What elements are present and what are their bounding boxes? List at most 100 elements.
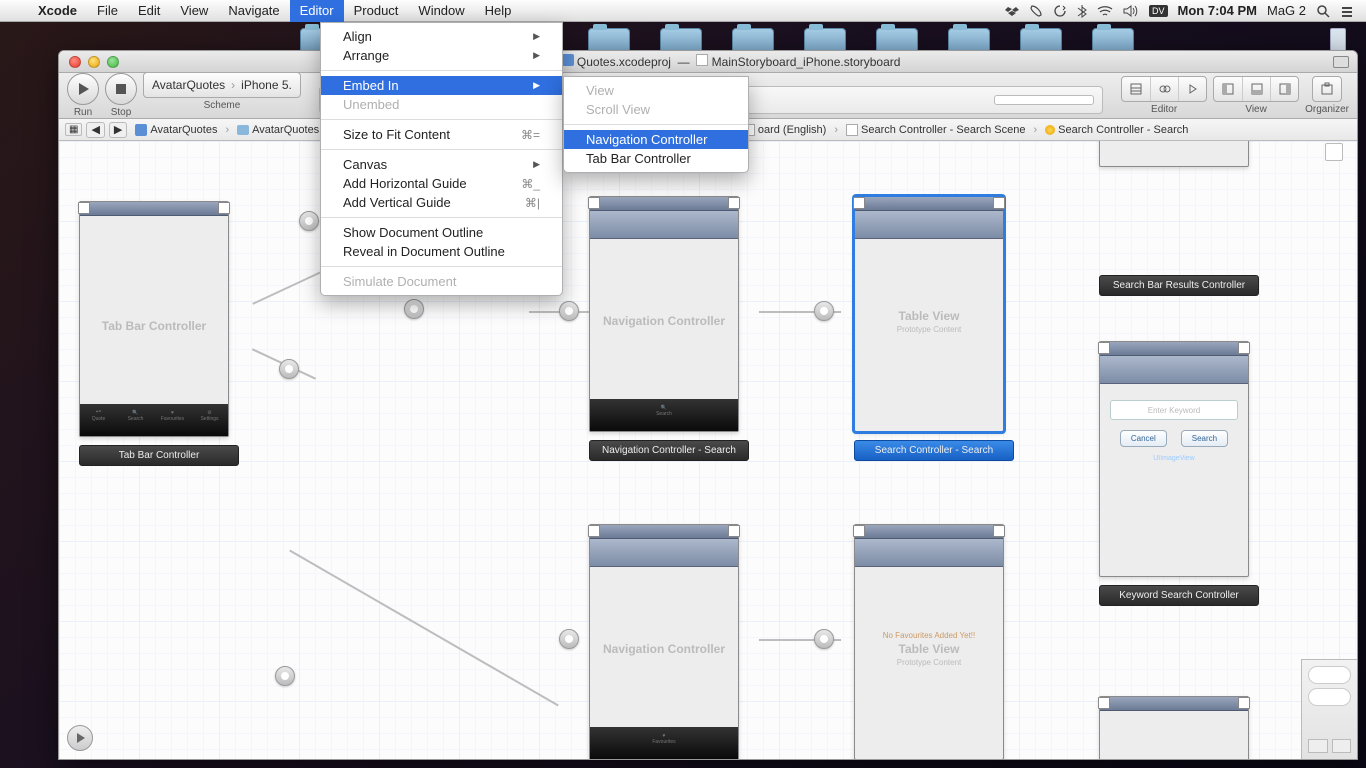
scene-search-controller[interactable]: Table ViewPrototype Content Search Contr… <box>854 196 1014 461</box>
jumpbar-group[interactable]: AvatarQuotes <box>233 124 323 136</box>
run-button[interactable] <box>67 73 99 105</box>
segue-node[interactable] <box>559 301 579 321</box>
storyboard-canvas[interactable]: Tab Bar Controller ❝❞Quote 🔍Search ♥Favo… <box>59 141 1357 759</box>
wifi-icon[interactable] <box>1097 5 1113 17</box>
menu-file[interactable]: File <box>87 0 128 22</box>
forward-button[interactable]: ▶ <box>109 122 127 138</box>
organizer-icon <box>1313 77 1341 101</box>
jumpbar-project[interactable]: AvatarQuotes <box>131 124 221 136</box>
tab-favourites-icon: ♥Favourites <box>652 733 676 753</box>
scene-label[interactable]: Search Controller - Search <box>854 440 1014 461</box>
scene-tabbar[interactable]: Tab Bar Controller ❝❞Quote 🔍Search ♥Favo… <box>79 201 239 466</box>
zoom-window-button[interactable] <box>107 56 119 68</box>
menu-view[interactable]: View <box>170 0 218 22</box>
segue-node[interactable] <box>299 211 319 231</box>
segue-node[interactable] <box>814 301 834 321</box>
menubar-user[interactable]: MaG 2 <box>1267 3 1306 18</box>
volume-icon[interactable] <box>1123 5 1139 17</box>
jumpbar-scene[interactable]: Search Controller - Search Scene <box>842 124 1029 136</box>
favourites-empty-label: No Favourites Added Yet!! <box>883 631 976 640</box>
tab-settings-icon: ⚙Settings <box>198 410 222 430</box>
sync-icon[interactable] <box>1053 4 1067 18</box>
menu-editor[interactable]: Editor <box>290 0 344 22</box>
toggle-debug-icon[interactable] <box>1242 77 1270 101</box>
menu-align[interactable]: Align <box>321 27 562 46</box>
object-library-sliver[interactable] <box>1301 659 1357 759</box>
scene-keyword-search[interactable]: Enter Keyword Cancel Search UIImageView … <box>1099 341 1259 606</box>
library-filter-input[interactable] <box>1308 688 1351 706</box>
canvas-zoom-button[interactable] <box>67 725 93 751</box>
keyword-input[interactable]: Enter Keyword <box>1110 400 1238 420</box>
tab-quote-icon: ❝❞Quote <box>87 410 111 430</box>
menu-product[interactable]: Product <box>344 0 409 22</box>
dropbox-icon[interactable] <box>1005 4 1019 18</box>
canvas-badge <box>1325 143 1343 161</box>
scene-nav-fav[interactable]: Navigation Controller ♥Favourites Naviga… <box>589 524 749 759</box>
tab-favourites-icon: ♥Favourites <box>161 410 185 430</box>
menu-help[interactable]: Help <box>475 0 522 22</box>
version-editor-icon[interactable] <box>1178 77 1206 101</box>
minimize-window-button[interactable] <box>88 56 100 68</box>
segue-node[interactable] <box>559 629 579 649</box>
menu-show-document-outline[interactable]: Show Document Outline <box>321 223 562 242</box>
menu-window[interactable]: Window <box>408 0 474 22</box>
input-source-badge[interactable]: DV <box>1149 5 1168 17</box>
spotlight-icon[interactable] <box>1316 4 1330 18</box>
submenu-navigation-controller[interactable]: Navigation Controller <box>564 130 748 149</box>
segue-node[interactable] <box>404 299 424 319</box>
menu-arrange[interactable]: Arrange <box>321 46 562 65</box>
jumpbar-storyboard[interactable]: oard (English) <box>739 124 830 136</box>
related-items-icon[interactable]: ▦ <box>65 123 82 136</box>
editor-mode-segmented[interactable] <box>1121 76 1207 102</box>
notification-center-icon[interactable] <box>1340 4 1354 18</box>
menu-size-to-fit[interactable]: Size to Fit Content⌘= <box>321 125 562 144</box>
organizer-button[interactable] <box>1312 76 1342 102</box>
run-label: Run <box>74 107 92 118</box>
submenu-tab-bar-controller[interactable]: Tab Bar Controller <box>564 149 748 168</box>
scene-search-bar-results[interactable]: Search Bar Results Controller <box>1099 141 1259 296</box>
library-view-icon[interactable] <box>1332 739 1352 753</box>
scene-nav-search[interactable]: Navigation Controller 🔍Search Navigation… <box>589 196 749 461</box>
back-button[interactable]: ◀ <box>86 122 104 138</box>
segue-node[interactable] <box>814 629 834 649</box>
tab-search-icon: 🔍Search <box>124 410 148 430</box>
jumpbar-controller[interactable]: Search Controller - Search <box>1041 124 1192 136</box>
mac-menubar: Xcode File Edit View Navigate Editor Pro… <box>0 0 1366 22</box>
assistant-editor-icon[interactable] <box>1150 77 1178 101</box>
phone-icon[interactable] <box>1029 4 1043 18</box>
cancel-button[interactable]: Cancel <box>1120 430 1167 447</box>
fullscreen-button[interactable] <box>1333 56 1349 68</box>
toggle-navigator-icon[interactable] <box>1214 77 1242 101</box>
view-panes-segmented[interactable] <box>1213 76 1299 102</box>
search-button[interactable]: Search <box>1181 430 1228 447</box>
menu-reveal-document-outline[interactable]: Reveal in Document Outline <box>321 242 562 261</box>
table1-title: Table View <box>899 309 960 323</box>
close-window-button[interactable] <box>69 56 81 68</box>
segue-node[interactable] <box>275 666 295 686</box>
menu-add-horizontal-guide[interactable]: Add Horizontal Guide⌘_ <box>321 174 562 193</box>
tabbar-items: ❝❞Quote 🔍Search ♥Favourites ⚙Settings <box>80 404 228 436</box>
stop-button[interactable] <box>105 73 137 105</box>
menu-navigate[interactable]: Navigate <box>218 0 289 22</box>
menu-embed-in[interactable]: Embed In <box>321 76 562 95</box>
scene-label[interactable]: Navigation Controller - Search <box>589 440 749 461</box>
menu-simulate-document: Simulate Document <box>321 272 562 291</box>
scene-label[interactable]: Keyword Search Controller <box>1099 585 1259 606</box>
menu-edit[interactable]: Edit <box>128 0 170 22</box>
menu-canvas[interactable]: Canvas <box>321 155 562 174</box>
library-filter-input[interactable] <box>1308 666 1351 684</box>
standard-editor-icon[interactable] <box>1122 77 1150 101</box>
embed-in-submenu: View Scroll View Navigation Controller T… <box>563 76 749 173</box>
scene-favourites[interactable]: No Favourites Added Yet!! Table View Pro… <box>854 524 1014 759</box>
scene-partial-bottom[interactable] <box>1099 696 1259 759</box>
scheme-selector[interactable]: AvatarQuotes›iPhone 5. <box>143 72 301 98</box>
app-menu[interactable]: Xcode <box>28 0 87 22</box>
segue-node[interactable] <box>279 359 299 379</box>
scene-label[interactable]: Search Bar Results Controller <box>1099 275 1259 296</box>
toggle-utilities-icon[interactable] <box>1270 77 1298 101</box>
library-view-icon[interactable] <box>1308 739 1328 753</box>
scene-label[interactable]: Tab Bar Controller <box>79 445 239 466</box>
menubar-clock[interactable]: Mon 7:04 PM <box>1178 3 1257 18</box>
menu-add-vertical-guide[interactable]: Add Vertical Guide⌘| <box>321 193 562 212</box>
bluetooth-icon[interactable] <box>1077 4 1087 18</box>
